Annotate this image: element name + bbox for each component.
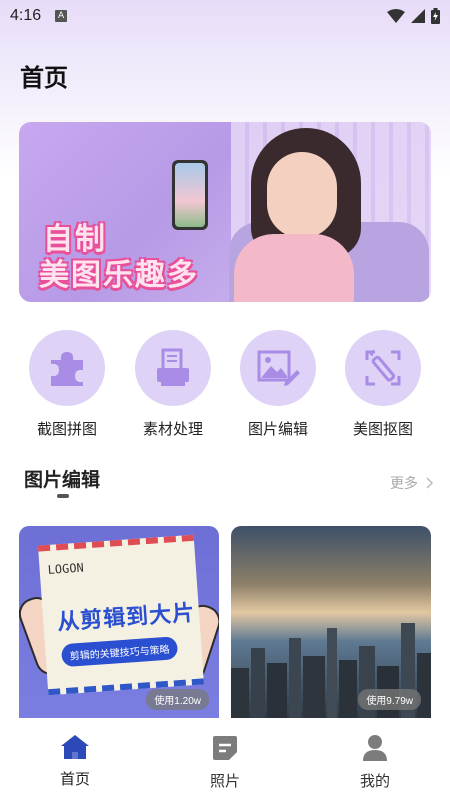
printer-icon xyxy=(135,330,211,406)
notification-a-icon: A xyxy=(55,10,68,22)
nav-label: 我的 xyxy=(359,772,390,790)
feature-label: 截图拼图 xyxy=(36,420,97,438)
banner-phone-illustration xyxy=(172,160,208,230)
more-link[interactable]: 更多 xyxy=(390,473,434,493)
status-bar: 4:16 A xyxy=(0,0,450,32)
section-title-indicator xyxy=(57,494,69,498)
banner-person-face xyxy=(267,152,337,238)
battery-icon xyxy=(431,8,440,24)
usage-badge: 使用1.20w xyxy=(146,689,209,710)
section-header: 图片编辑 更多 xyxy=(24,465,434,498)
section-title: 图片编辑 xyxy=(24,469,101,491)
banner-headline: 自制 美图乐趣多 xyxy=(39,222,199,294)
chevron-right-icon xyxy=(426,477,434,489)
nav-photos[interactable]: 照片 xyxy=(150,720,300,801)
envelope-illustration: LOGON 从剪辑到大片 剪辑的关键技巧与策略 xyxy=(37,534,205,696)
banner-line-1: 自制 xyxy=(43,222,107,257)
feature-label: 美图抠图 xyxy=(352,420,413,438)
puzzle-icon xyxy=(29,330,105,406)
feature-material-processing[interactable]: 素材处理 xyxy=(123,330,223,439)
user-icon xyxy=(363,735,387,761)
promo-banner[interactable]: 自制 美图乐趣多 xyxy=(19,122,431,302)
feature-label: 图片编辑 xyxy=(247,420,308,438)
nav-label: 照片 xyxy=(209,772,240,790)
template-card-city[interactable]: 使用9.79w xyxy=(231,526,431,718)
banner-line-2: 美图乐趣多 xyxy=(39,258,199,293)
page-title: 首页 xyxy=(20,64,68,92)
bottom-navigation: 首页 照片 我的 xyxy=(0,720,450,801)
signal-icon xyxy=(411,9,425,23)
nav-profile[interactable]: 我的 xyxy=(300,720,450,801)
status-icons xyxy=(387,8,440,24)
template-card-edit-tips[interactable]: LOGON 从剪辑到大片 剪辑的关键技巧与策略 使用1.20w xyxy=(19,526,219,718)
envelope-scribble: LOGON xyxy=(47,560,85,577)
nav-label: 首页 xyxy=(59,770,90,788)
feature-grid: 截图拼图 素材处理 图片编辑 美图抠图 xyxy=(0,330,450,440)
card-title: 从剪辑到大片 xyxy=(56,600,196,636)
feature-screenshot-collage[interactable]: 截图拼图 xyxy=(17,330,117,439)
feature-cutout[interactable]: 美图抠图 xyxy=(333,330,433,439)
feature-label: 素材处理 xyxy=(142,420,203,438)
magic-crop-icon xyxy=(345,330,421,406)
banner-person-body xyxy=(234,234,354,302)
card-subtitle: 剪辑的关键技巧与策略 xyxy=(60,636,179,668)
status-time: 4:16 xyxy=(10,7,42,24)
wifi-icon xyxy=(387,9,405,23)
nav-home[interactable]: 首页 xyxy=(0,720,150,801)
more-label: 更多 xyxy=(390,476,418,492)
usage-badge: 使用9.79w xyxy=(358,689,421,710)
feature-image-edit[interactable]: 图片编辑 xyxy=(228,330,328,439)
photo-icon xyxy=(213,736,237,760)
home-icon xyxy=(61,735,89,759)
image-edit-icon xyxy=(240,330,316,406)
